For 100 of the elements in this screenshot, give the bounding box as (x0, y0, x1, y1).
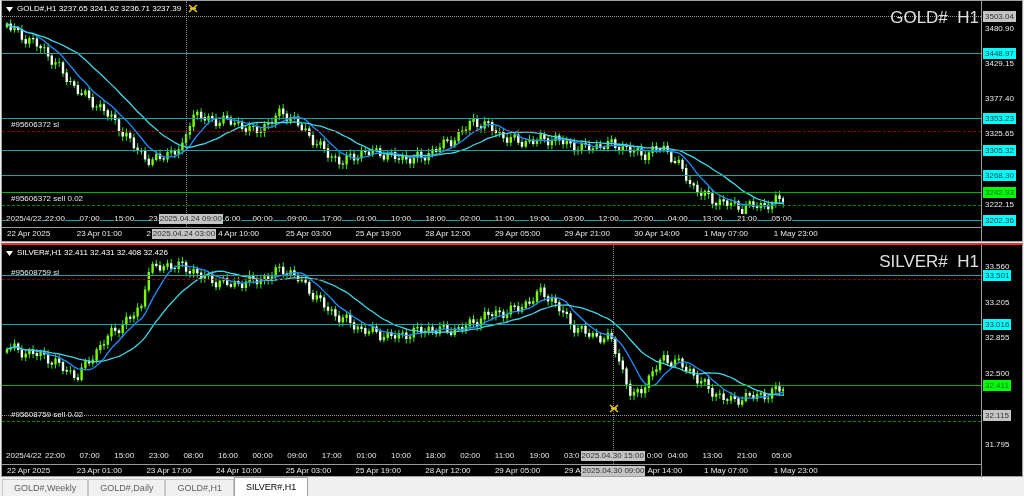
price-label: 32.115 (983, 409, 1011, 421)
time-label: 21:00 (737, 451, 758, 461)
date-label: 23 Apr 01:00 (76, 229, 123, 239)
time-label: 22:00 (45, 451, 66, 461)
price-label: 3305.32 (983, 145, 1016, 157)
date-label: 29 Apr 21:00 (564, 229, 610, 239)
chart-tab[interactable]: GOLD#,Weekly (2, 479, 89, 496)
date-label: 28 Apr 12:00 (425, 229, 471, 239)
time-label: 17:00 (321, 451, 342, 461)
chart-tab[interactable]: GOLD#,H1 (165, 479, 234, 496)
time-label: 10:00 (391, 451, 412, 461)
price-label: 31.795 (984, 440, 1011, 449)
time-label: 16:00 (218, 451, 239, 461)
time-label: 01:00 (356, 451, 377, 461)
price-label: 32.500 (984, 368, 1011, 378)
price-label: 3353.23 (983, 112, 1016, 124)
date-label: 30 Apr 14:00 (634, 229, 680, 239)
time-label: 18:00 (425, 214, 446, 224)
cursor-time-label: 2025.04.24 03:00 (151, 229, 217, 239)
time-label: 00:00 (252, 214, 273, 224)
time-label: 13:00 (702, 214, 723, 224)
date-label: 25 Apr 03:00 (285, 229, 332, 239)
price-label: 32.411 (983, 379, 1011, 391)
date-label: 1 May 07:00 (704, 466, 749, 476)
date-label: 29 Apr 05:00 (494, 229, 541, 239)
chart-tab[interactable]: GOLD#,Daily (88, 479, 166, 496)
price-label: 3268.30 (983, 170, 1016, 182)
date-label: Apr 14:00 (647, 466, 683, 476)
price-label: 33.501 (983, 269, 1012, 281)
date-label: 23 Apr 17:00 (146, 466, 192, 476)
time-label: 03:00 (564, 214, 585, 224)
date-label: 29 Apr 05:00 (494, 466, 541, 476)
time-label: 09:00 (287, 214, 308, 224)
time-label: 12:00 (598, 214, 619, 224)
time-label: 09:00 (287, 451, 308, 461)
price-label: 3503.04 (983, 11, 1016, 22)
cross-marker-icon (188, 4, 198, 13)
date-label: 23 Apr 01:00 (76, 466, 123, 476)
price-label: 33.016 (983, 318, 1012, 330)
time-label: 13:00 (702, 451, 723, 461)
time-label: 17:00 (321, 214, 342, 224)
time-label: 05:00 (771, 451, 792, 461)
date-label: 1 May 07:00 (704, 229, 749, 239)
date-label: 25 Apr 19:00 (355, 229, 401, 239)
time-label: 11:00 (494, 451, 515, 461)
price-label: 3377.40 (984, 94, 1015, 104)
date-label: 24 Apr 10:00 (216, 466, 262, 476)
time-label: 23 (148, 214, 158, 224)
date-label: 1 May 23:00 (773, 466, 818, 476)
order-label: #95606372 sell 0.02 (11, 194, 84, 204)
time-label: 10:00 (391, 214, 412, 224)
time-label: 02:00 (460, 214, 481, 224)
price-label: 3242.93 (983, 187, 1016, 199)
time-label: 18:00 (425, 451, 446, 461)
symbol-quote: SILVER#,H1 32.411 32.431 32.408 32.426 (17, 248, 168, 258)
dropdown-triangle-icon[interactable] (6, 250, 13, 256)
price-label: 3480.90 (984, 24, 1015, 33)
time-label: 08:00 (183, 451, 204, 461)
time-label: 01:00 (356, 214, 377, 224)
cursor-time-label: 2025.04.30 09:00 (581, 466, 646, 476)
time-label: 00:00 (252, 451, 273, 461)
time-label: 0:00 (646, 451, 663, 461)
date-label: 1 May 23:00 (773, 229, 818, 239)
time-label: 04:00 (667, 451, 688, 461)
chart-title: SILVER# H1 (879, 252, 979, 272)
time-label: 11:00 (494, 214, 515, 224)
symbol-quote: GOLD#,H1 3237.65 3241.62 3236.71 3237.39 (17, 4, 182, 14)
date-label: 25 Apr 03:00 (285, 466, 332, 476)
date-label: 22 Apr 2025 (7, 229, 51, 239)
time-label: 21:00 (737, 214, 758, 224)
time-label: 05:00 (771, 214, 792, 224)
time-label: 15:00 (114, 214, 135, 224)
order-label: #95608759 sl (11, 268, 60, 278)
time-label: 04:00 (667, 214, 688, 224)
time-label: 23:00 (148, 451, 169, 461)
time-label: 6:00 (224, 214, 241, 224)
time-label: 20:00 (633, 214, 654, 224)
time-label: 2025/4/22 (6, 451, 42, 461)
date-label: 4 Apr 10:00 (218, 229, 260, 239)
date-label: 29 A (564, 466, 581, 476)
price-label: 3222.15 (984, 199, 1015, 209)
time-label: 22:00 (45, 214, 66, 224)
price-label: 33.205 (984, 297, 1011, 307)
date-label: 2 (146, 229, 151, 239)
dropdown-triangle-icon[interactable] (6, 6, 13, 12)
cross-marker-icon (609, 404, 619, 413)
cursor-time-label: 2025.04.30 15:00 (580, 451, 645, 461)
time-label: 03:0 (564, 451, 580, 461)
time-label: 19:00 (529, 451, 550, 461)
price-label: 33.560 (984, 262, 1011, 271)
time-label: 07:00 (79, 214, 100, 224)
date-label: 25 Apr 19:00 (355, 466, 401, 476)
price-label: 3448.97 (983, 47, 1016, 59)
price-label: 3429.15 (984, 59, 1015, 69)
price-label: 3202.36 (983, 215, 1016, 226)
order-label: #95606372 sl (11, 120, 60, 130)
time-label: 02:00 (460, 451, 481, 461)
time-label: 07:00 (79, 451, 100, 461)
time-label: 15:00 (114, 451, 135, 461)
chart-tab[interactable]: SILVER#,H1 (233, 477, 309, 496)
